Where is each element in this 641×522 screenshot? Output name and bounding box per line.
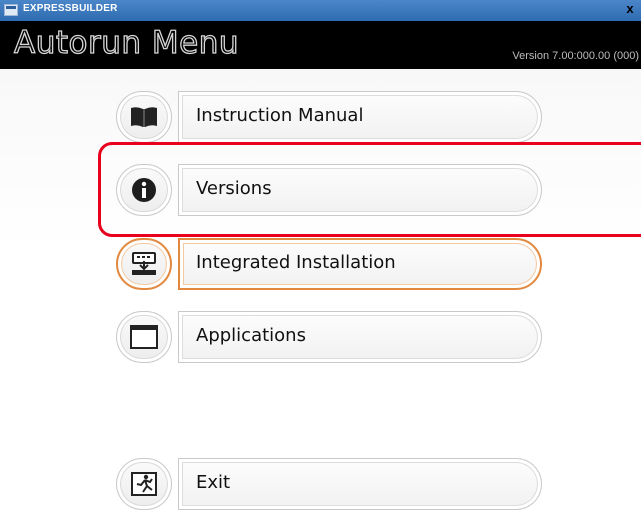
exit-icon xyxy=(131,472,157,496)
menu-header: Autorun Menu Version 7.00:000.00 (000) xyxy=(0,21,641,69)
menu-item-label: Integrated Installation xyxy=(196,252,396,273)
menu-item-integrated-installation[interactable]: Integrated Installation xyxy=(0,238,641,294)
window-icon xyxy=(130,325,158,349)
window-title: EXPRESSBUILDER xyxy=(23,3,118,14)
menu-item-exit[interactable]: Exit xyxy=(0,458,641,514)
book-icon-button[interactable] xyxy=(116,91,172,143)
window-icon-button[interactable] xyxy=(116,311,172,363)
info-icon xyxy=(132,178,156,202)
install-icon xyxy=(132,252,156,275)
version-label: Version 7.00:000.00 (000) xyxy=(512,50,639,62)
install-icon-button[interactable] xyxy=(116,238,172,290)
exit-icon-button[interactable] xyxy=(116,458,172,510)
app-icon xyxy=(4,4,18,16)
exit-button[interactable] xyxy=(178,458,542,510)
book-icon xyxy=(131,107,157,127)
info-icon-button[interactable] xyxy=(116,164,172,216)
menu-item-label: Instruction Manual xyxy=(196,105,364,126)
menu-item-instruction-manual[interactable]: Instruction Manual xyxy=(0,91,641,147)
menu-item-label: Applications xyxy=(196,325,306,346)
menu-item-versions[interactable]: Versions xyxy=(0,164,641,220)
close-button[interactable]: x xyxy=(619,0,641,20)
menu-item-label: Versions xyxy=(196,178,272,199)
menu-item-label: Exit xyxy=(196,472,231,493)
menu-item-applications[interactable]: Applications xyxy=(0,311,641,367)
title-bar[interactable]: EXPRESSBUILDER x xyxy=(0,0,641,21)
autorun-window: EXPRESSBUILDER x Autorun Menu Version 7.… xyxy=(0,0,641,522)
page-title: Autorun Menu xyxy=(13,24,239,61)
